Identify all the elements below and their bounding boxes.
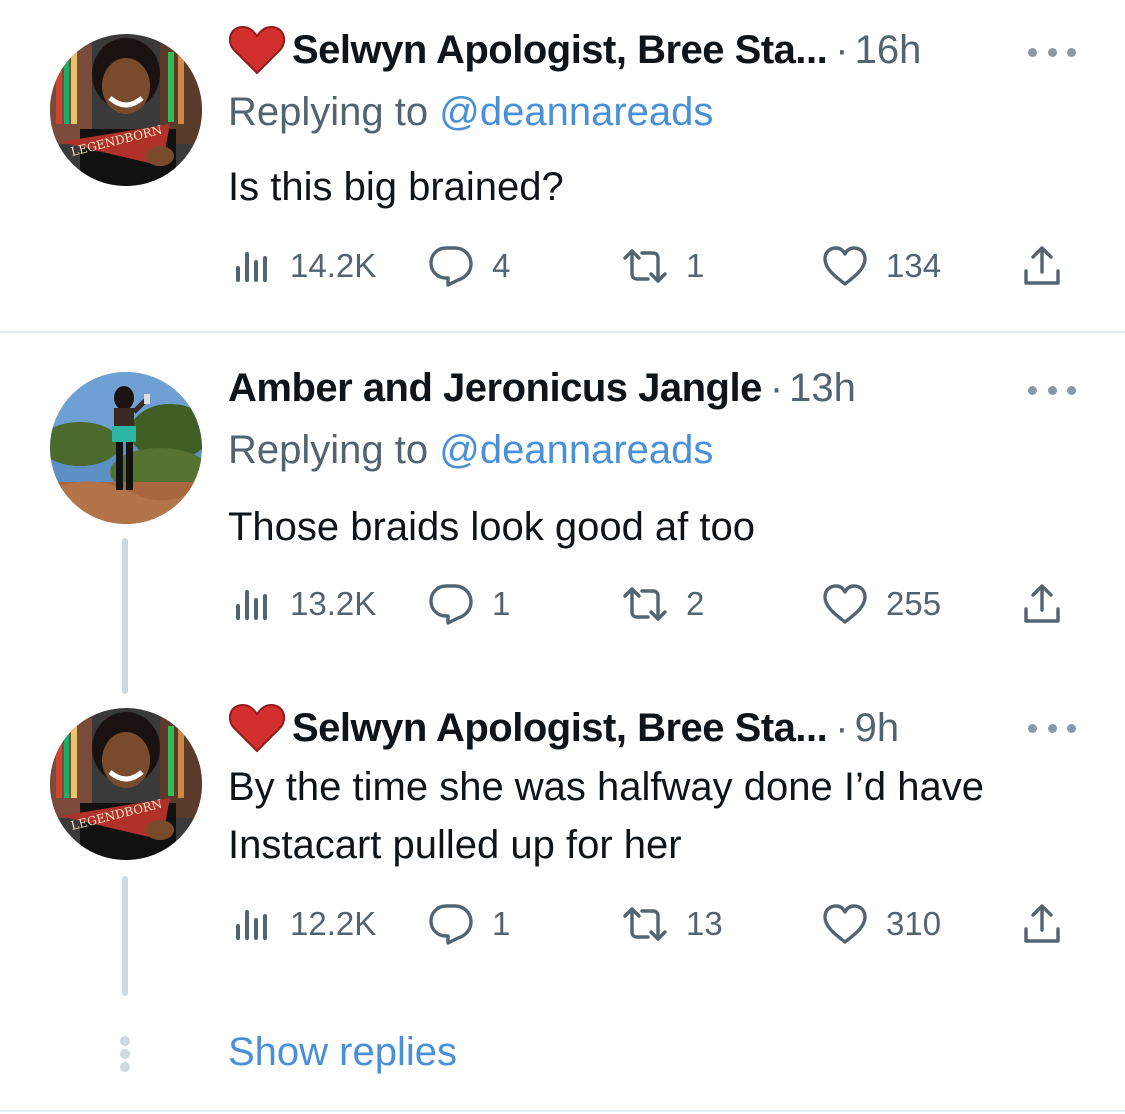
avatar[interactable]: LEGENDBORN xyxy=(50,708,202,860)
retweet-count: 2 xyxy=(686,585,705,622)
retweet-button[interactable]: 13 xyxy=(622,900,723,948)
more-icon[interactable] xyxy=(1028,718,1076,738)
like-button[interactable]: 255 xyxy=(822,580,941,628)
views-icon xyxy=(236,252,267,282)
action-bar: 12.2K 1 13 310 xyxy=(228,900,1078,948)
tweet-text: By the time she was halfway done I’d hav… xyxy=(228,758,1098,874)
timestamp[interactable]: 16h xyxy=(855,28,922,73)
share-button[interactable] xyxy=(1022,242,1062,290)
retweet-count: 13 xyxy=(686,905,723,942)
red-heart-emoji-icon xyxy=(228,25,286,75)
timestamp[interactable]: 9h xyxy=(855,706,900,751)
tweet-text-line: Instacart pulled up for her xyxy=(228,823,682,867)
views-button[interactable]: 13.2K xyxy=(232,580,376,628)
like-count: 310 xyxy=(886,905,942,942)
more-icon[interactable] xyxy=(1028,380,1076,400)
retweet-icon xyxy=(623,587,667,621)
replying-handle-link[interactable]: @deannareads xyxy=(439,90,713,134)
like-count: 255 xyxy=(886,585,942,622)
tweet[interactable]: LEGENDBORN Selwyn Apologist, Bree Sta...… xyxy=(0,0,1125,332)
reply-count: 1 xyxy=(492,585,511,622)
red-heart-emoji-icon xyxy=(228,703,286,753)
replying-prefix: Replying to xyxy=(228,428,440,472)
retweet-icon xyxy=(623,249,667,283)
reply-icon xyxy=(429,904,473,945)
tweet-header: Selwyn Apologist, Bree Sta... · 16h xyxy=(228,20,921,80)
share-icon xyxy=(1024,246,1060,285)
divider xyxy=(0,1110,1125,1112)
show-replies-link[interactable]: Show replies xyxy=(228,1030,457,1075)
reply-count: 4 xyxy=(492,247,511,284)
like-button[interactable]: 134 xyxy=(822,242,941,290)
tweet-text: Is this big brained? xyxy=(228,165,564,209)
views-icon xyxy=(236,910,267,940)
like-count: 134 xyxy=(886,247,942,284)
replying-handle-link[interactable]: @deannareads xyxy=(439,428,713,472)
author-name[interactable]: Selwyn Apologist, Bree Sta... xyxy=(292,706,828,751)
reply-icon xyxy=(429,584,473,625)
avatar[interactable]: LEGENDBORN xyxy=(50,34,202,186)
more-icon[interactable] xyxy=(1028,42,1076,62)
separator: · xyxy=(769,365,784,410)
thread-line xyxy=(122,538,128,694)
share-button[interactable] xyxy=(1022,580,1062,628)
share-icon xyxy=(1024,584,1060,623)
tweet-header: Amber and Jeronicus Jangle · 13h xyxy=(228,358,856,418)
timestamp[interactable]: 13h xyxy=(789,366,856,411)
avatar[interactable] xyxy=(50,372,202,524)
replying-prefix: Replying to xyxy=(228,90,440,134)
reply-button[interactable]: 1 xyxy=(428,580,510,628)
tweet-text: Those braids look good af too xyxy=(228,505,756,549)
tweet[interactable]: LEGENDBORN Selwyn Apologist, Bree Sta...… xyxy=(0,692,1125,1012)
share-button[interactable] xyxy=(1022,900,1062,948)
thread-continuation-dots xyxy=(118,1036,132,1072)
tweet[interactable]: Amber and Jeronicus Jangle · 13h Replyin… xyxy=(0,332,1125,694)
views-count: 13.2K xyxy=(290,585,377,622)
reply-button[interactable]: 1 xyxy=(428,900,510,948)
author-name[interactable]: Selwyn Apologist, Bree Sta... xyxy=(292,28,828,73)
views-count: 14.2K xyxy=(290,247,377,284)
heart-icon xyxy=(823,584,867,624)
views-button[interactable]: 12.2K xyxy=(232,900,376,948)
retweet-button[interactable]: 1 xyxy=(622,242,704,290)
reply-count: 1 xyxy=(492,905,511,942)
thread-line xyxy=(122,876,128,996)
like-button[interactable]: 310 xyxy=(822,900,941,948)
retweet-button[interactable]: 2 xyxy=(622,580,704,628)
author-name[interactable]: Amber and Jeronicus Jangle xyxy=(228,366,762,411)
tweet-header: Selwyn Apologist, Bree Sta... · 9h xyxy=(228,698,899,758)
retweet-count: 1 xyxy=(686,247,705,284)
views-button[interactable]: 14.2K xyxy=(232,242,376,290)
heart-icon xyxy=(823,904,867,944)
views-icon xyxy=(236,590,267,620)
reply-button[interactable]: 4 xyxy=(428,242,510,290)
tweet-text-line: By the time she was halfway done I’d hav… xyxy=(228,765,984,809)
separator: · xyxy=(835,705,849,750)
views-count: 12.2K xyxy=(290,905,377,942)
separator: · xyxy=(835,27,849,72)
share-icon xyxy=(1024,904,1060,943)
replying-to: Replying to @deannareads xyxy=(228,428,713,473)
retweet-icon xyxy=(623,907,667,941)
action-bar: 13.2K 1 2 255 xyxy=(228,580,1078,628)
action-bar: 14.2K 4 1 134 xyxy=(228,242,1078,290)
heart-icon xyxy=(823,246,867,286)
replying-to: Replying to @deannareads xyxy=(228,90,713,135)
reply-icon xyxy=(429,246,473,287)
